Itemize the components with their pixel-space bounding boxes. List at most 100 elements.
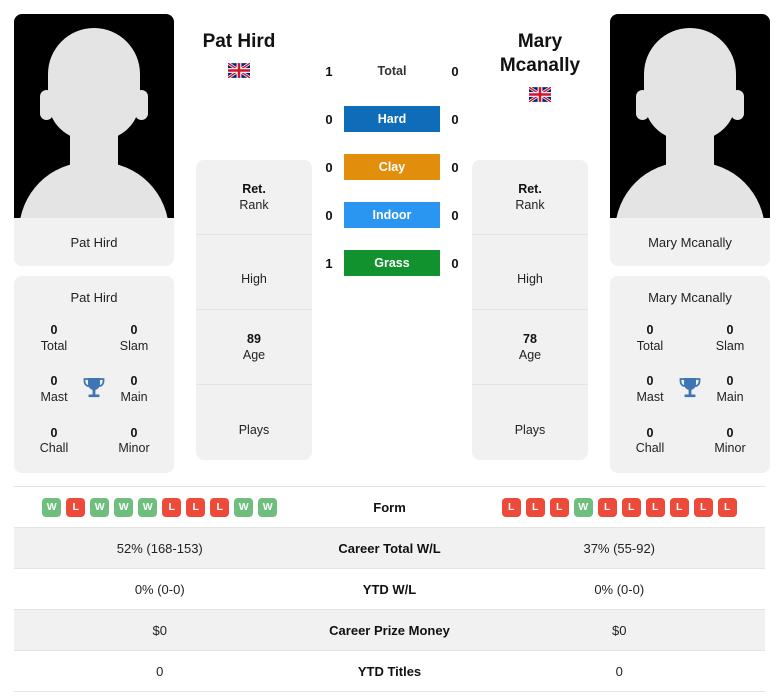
stat-label: Slam (119, 338, 149, 353)
avatar-silhouette-icon (644, 28, 736, 140)
form-badge-win[interactable]: W (573, 497, 593, 517)
h2h-right-score: 0 (451, 207, 459, 223)
info-row-plays: Plays (472, 385, 588, 460)
right-value: $0 (612, 622, 627, 638)
h2h-row-clay: 0 Clay 0 (312, 154, 472, 180)
form-badge-loss[interactable]: L (645, 497, 665, 517)
left-player-info-column: Ret. Rank High 89 Age Plays (196, 160, 312, 460)
form-badge-win[interactable]: W (114, 497, 134, 517)
info-label: Age (242, 348, 266, 362)
stat-value: 0 (726, 425, 734, 440)
form-badge-win[interactable]: W (258, 497, 278, 517)
form-badge-loss[interactable]: L (186, 497, 206, 517)
stat-value: 0 (50, 323, 58, 337)
table-row-label: Career Prize Money (329, 622, 450, 638)
avatar-silhouette-ear-right (135, 90, 148, 120)
left-value: 0% (0-0) (134, 581, 185, 597)
gb-flag-icon (227, 61, 251, 80)
table-row-form: WLWWWLLLWW Form LLLWLLLLLL (14, 487, 765, 528)
stat-cell-chall: 0 Chall (14, 426, 94, 457)
avatar-silhouette-icon (48, 28, 140, 140)
right-player-avatar (610, 14, 770, 218)
info-label: Plays (514, 422, 546, 437)
form-badge-loss[interactable]: L (66, 497, 86, 517)
h2h-surface-badge-indoor[interactable]: Indoor (344, 202, 440, 228)
table-row-label: YTD W/L (362, 581, 417, 597)
form-badge-loss[interactable]: L (210, 497, 230, 517)
trophy-icon (81, 375, 107, 405)
form-badge-win[interactable]: W (138, 497, 158, 517)
form-badge-loss[interactable]: L (501, 497, 521, 517)
form-badge-loss[interactable]: L (693, 497, 713, 517)
stat-value: 0 (646, 323, 654, 337)
info-row-age: 78 Age (472, 310, 588, 385)
comparison-top-area: Pat Hird Pat Hird 0 Total 0 Slam 0 Mast (0, 0, 779, 478)
h2h-surface-badge-hard[interactable]: Hard (344, 106, 440, 132)
form-badge-win[interactable]: W (90, 497, 110, 517)
left-player-photo-caption: Pat Hird (14, 218, 174, 266)
stat-value: 0 (726, 323, 734, 337)
stat-cell-slam: 0 Slam (690, 323, 770, 354)
h2h-row-hard: 0 Hard 0 (312, 106, 472, 132)
left-player-column: Pat Hird Pat Hird 0 Total 0 Slam 0 Mast (14, 0, 174, 473)
right-value: 0% (0-0) (594, 581, 645, 597)
form-badge-win[interactable]: W (234, 497, 254, 517)
h2h-left-score: 0 (325, 159, 333, 175)
avatar-silhouette-ear-right (731, 90, 744, 120)
right-player-name-header[interactable]: Mary Mcanally (481, 30, 599, 104)
info-label: Age (518, 348, 542, 362)
info-row-plays: Plays (196, 385, 312, 460)
stat-value: 0 (130, 323, 138, 337)
stat-cell-minor: 0 Minor (94, 426, 174, 457)
stat-label: Chall (635, 441, 665, 456)
info-row-high: High (472, 235, 588, 310)
stat-cell-total: 0 Total (14, 323, 94, 354)
table-row-label: Form (373, 499, 406, 515)
left-player-photo-card[interactable]: Pat Hird (14, 14, 174, 266)
stat-value: 0 (130, 425, 138, 440)
form-badge-loss[interactable]: L (717, 497, 737, 517)
table-row-ytd-wl: 0% (0-0) YTD W/L 0% (0-0) (14, 569, 765, 610)
stat-value: 0 (50, 425, 58, 440)
h2h-left-score: 1 (325, 63, 333, 79)
stat-label: Total (636, 338, 664, 353)
form-badge-loss[interactable]: L (549, 497, 569, 517)
form-badge-loss[interactable]: L (669, 497, 689, 517)
info-label: Rank (239, 198, 269, 212)
left-value: 0 (156, 663, 164, 679)
right-player-info-column: Ret. Rank High 78 Age Plays (472, 160, 588, 460)
form-badge-loss[interactable]: L (162, 497, 182, 517)
left-titles-card-name: Pat Hird (70, 290, 118, 305)
form-badge-loss[interactable]: L (621, 497, 641, 517)
info-label: Rank (515, 198, 545, 212)
h2h-surface-badge-clay[interactable]: Clay (344, 154, 440, 180)
table-row-career-prize-money: $0 Career Prize Money $0 (14, 610, 765, 651)
stat-label: Minor (118, 441, 150, 456)
right-player-photo-card[interactable]: Mary Mcanally (610, 14, 770, 266)
right-value: 37% (55-92) (583, 540, 656, 556)
info-value: 89 (247, 331, 261, 346)
right-player-name-line1: Mary (517, 31, 563, 52)
info-value: 78 (523, 331, 537, 346)
info-label: High (241, 272, 267, 287)
left-player-titles-card: Pat Hird 0 Total 0 Slam 0 Mast 0 Main 0 … (14, 276, 174, 473)
player-comparison-page: Pat Hird Pat Hird 0 Total 0 Slam 0 Mast (0, 0, 779, 699)
form-badge-loss[interactable]: L (525, 497, 545, 517)
stat-value: 0 (646, 425, 654, 440)
avatar-silhouette-ear-left (636, 90, 649, 120)
info-value: Ret. (518, 181, 542, 196)
info-value: Ret. (242, 181, 266, 196)
left-player-name-header[interactable]: Pat Hird (180, 30, 298, 80)
form-badge-loss[interactable]: L (597, 497, 617, 517)
form-badge-win[interactable]: W (42, 497, 62, 517)
info-row-age: 89 Age (196, 310, 312, 385)
stat-label: Total (40, 338, 68, 353)
head-to-head-column: 1 Total 0 0 Hard 0 0 Clay 0 0 Indoor 0 1 (312, 0, 472, 298)
left-value: $0 (152, 622, 167, 638)
h2h-surface-badge-grass[interactable]: Grass (344, 250, 440, 276)
h2h-left-score: 1 (325, 255, 333, 271)
table-row-ytd-titles: 0 YTD Titles 0 (14, 651, 765, 692)
stat-cell-chall: 0 Chall (610, 426, 690, 457)
h2h-row-total: 1 Total 0 (312, 58, 472, 84)
h2h-right-score: 0 (451, 63, 459, 79)
